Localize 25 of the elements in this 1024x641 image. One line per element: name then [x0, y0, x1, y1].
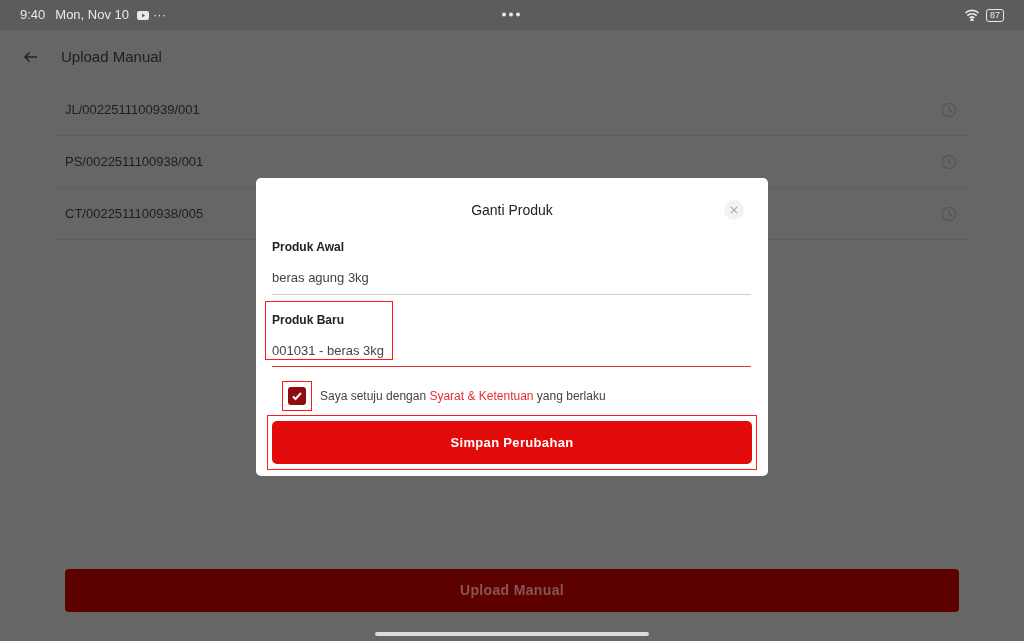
- dots-icon: [501, 12, 521, 17]
- close-icon: [730, 206, 738, 214]
- field-label: Produk Baru: [272, 311, 345, 329]
- battery-indicator: 87: [986, 8, 1004, 22]
- terms-link[interactable]: Syarat & Ketentuan: [429, 389, 534, 403]
- wifi-icon: [964, 9, 980, 21]
- agreement-text: Saya setuju dengan Syarat & Ketentuan yang berlaku: [320, 388, 606, 405]
- order-code: JL/0022511100939/001: [65, 100, 200, 119]
- input-field[interactable]: 001031 - beras 3kg: [272, 340, 751, 367]
- save-changes-button[interactable]: Simpan Perubahan: [272, 421, 752, 464]
- page-title: Upload Manual: [61, 46, 162, 67]
- video-app-icon: [137, 10, 149, 20]
- order-code: PS/0022511100938/001: [65, 152, 204, 171]
- more-notifications: ···: [153, 6, 166, 25]
- order-code: CT/0022511100938/005: [65, 204, 204, 223]
- upload-manual-button[interactable]: Upload Manual: [65, 569, 959, 612]
- checkmark-icon: [291, 390, 303, 402]
- close-button[interactable]: [724, 200, 744, 220]
- order-row[interactable]: JL/0022511100939/001: [55, 84, 969, 136]
- dialog-title: Ganti Produk: [471, 200, 553, 220]
- status-time: 9:40: [20, 6, 46, 25]
- input-field[interactable]: beras agung 3kg: [272, 268, 751, 295]
- agree-checkbox[interactable]: [288, 387, 306, 405]
- field-label: Produk Awal: [272, 239, 346, 256]
- status-date: Mon, Nov 10: [55, 6, 129, 25]
